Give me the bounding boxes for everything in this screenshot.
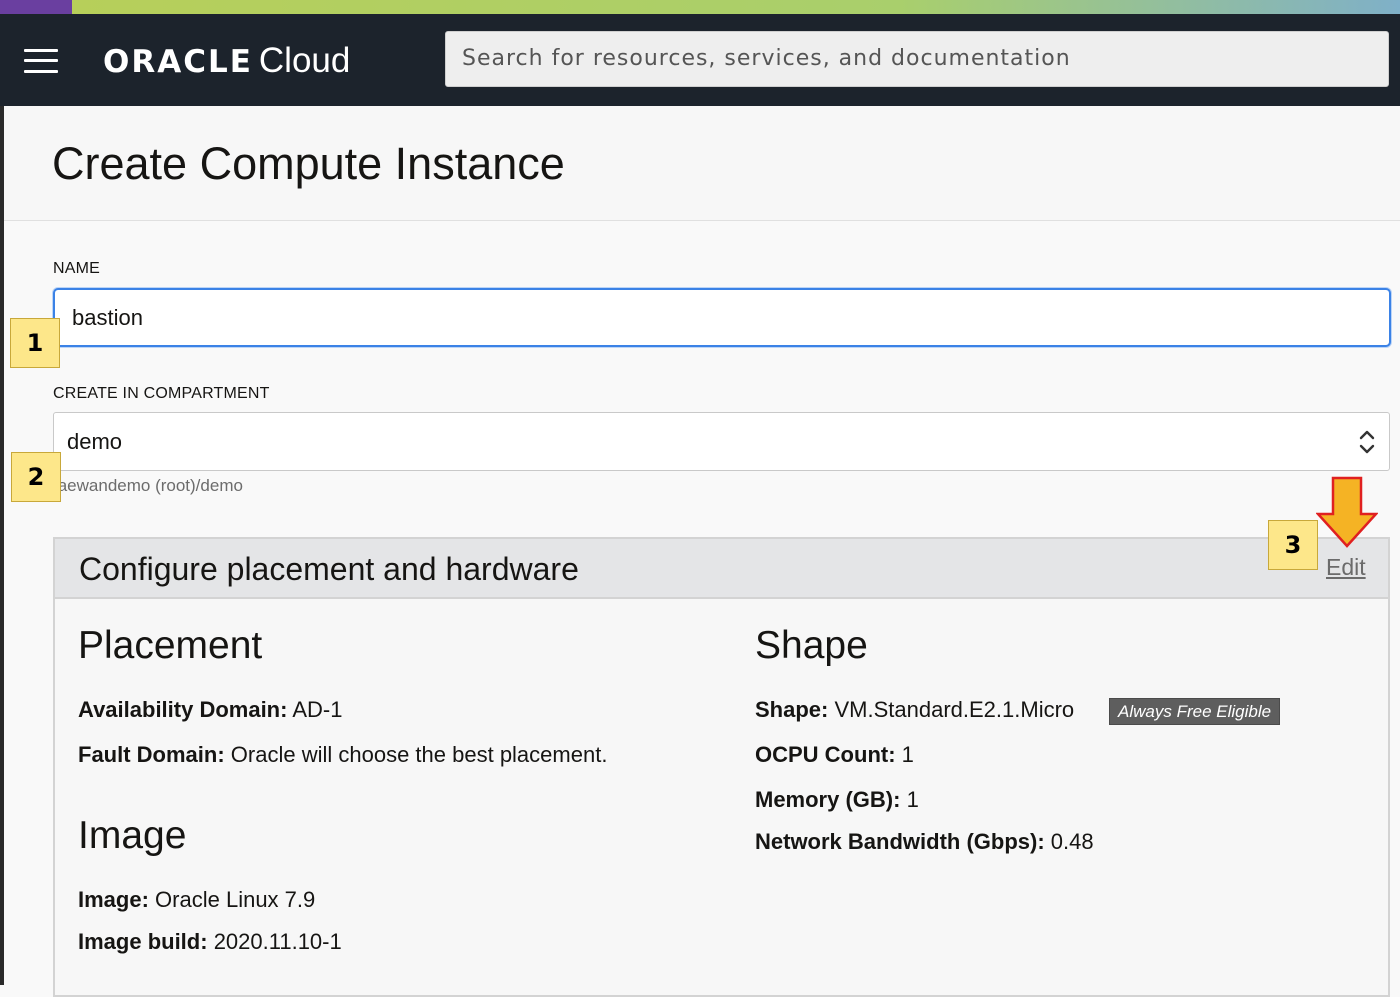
memory-row: Memory (GB): 1 <box>755 787 919 813</box>
panel-header: Configure placement and hardware Edit <box>55 539 1388 599</box>
always-free-badge: Always Free Eligible <box>1109 698 1281 725</box>
image-row: Image: Oracle Linux 7.9 <box>78 887 315 913</box>
annotation-step-2: 2 <box>11 452 61 502</box>
hamburger-menu-icon[interactable] <box>24 49 58 73</box>
bandwidth-label: Network Bandwidth (Gbps): <box>755 829 1045 854</box>
compartment-select-value: demo <box>67 429 123 454</box>
global-search-input[interactable]: Search for resources, services, and docu… <box>445 31 1389 87</box>
availability-domain-row: Availability Domain: AD-1 <box>78 697 342 723</box>
image-heading: Image <box>78 814 187 857</box>
logo-product: Cloud <box>258 41 351 80</box>
oracle-cloud-logo[interactable]: ORACLE Cloud <box>103 41 350 81</box>
edit-link[interactable]: Edit <box>1326 554 1366 581</box>
page-title: Create Compute Instance <box>52 138 565 189</box>
shape-label: Shape: <box>755 697 829 722</box>
memory-label: Memory (GB): <box>755 787 901 812</box>
logo-brand: ORACLE <box>103 44 253 80</box>
shape-heading: Shape <box>755 624 868 667</box>
panel-title: Configure placement and hardware <box>79 551 579 587</box>
placement-heading: Placement <box>78 624 263 667</box>
memory-value: 1 <box>906 787 919 812</box>
bandwidth-value: 0.48 <box>1050 829 1094 854</box>
fault-domain-label: Fault Domain: <box>78 742 225 767</box>
fault-domain-row: Fault Domain: Oracle will choose the bes… <box>78 742 607 768</box>
shape-value: VM.Standard.E2.1.Micro <box>834 697 1075 722</box>
availability-domain-label: Availability Domain: <box>78 697 288 722</box>
ocpu-label: OCPU Count: <box>755 742 896 767</box>
shape-row: Shape: VM.Standard.E2.1.Micro <box>755 697 1074 723</box>
left-window-edge <box>0 106 4 985</box>
name-field[interactable]: bastion <box>53 288 1391 347</box>
image-label: Image: <box>78 887 149 912</box>
compartment-label: CREATE IN COMPARTMENT <box>53 385 270 402</box>
bandwidth-row: Network Bandwidth (Gbps): 0.48 <box>755 829 1094 855</box>
annotation-step-3: 3 <box>1268 520 1318 570</box>
image-value: Oracle Linux 7.9 <box>155 887 316 912</box>
image-build-value: 2020.11.10-1 <box>213 929 342 954</box>
top-accent-stripe <box>0 0 1400 14</box>
name-label: NAME <box>53 260 101 277</box>
down-arrow-callout-icon <box>1316 476 1378 548</box>
up-down-chevron-icon <box>1359 430 1375 454</box>
image-build-row: Image build: 2020.11.10-1 <box>78 929 342 955</box>
fault-domain-value: Oracle will choose the best placement. <box>230 742 608 767</box>
top-navigation-bar: ORACLE Cloud Search for resources, servic… <box>0 14 1400 106</box>
page-header: Create Compute Instance <box>4 106 1400 221</box>
image-build-label: Image build: <box>78 929 208 954</box>
ocpu-row: OCPU Count: 1 <box>755 742 914 768</box>
availability-domain-value: AD-1 <box>292 697 343 722</box>
compartment-select[interactable]: demo <box>53 412 1390 471</box>
annotation-step-1: 1 <box>10 318 60 368</box>
ocpu-value: 1 <box>901 742 914 767</box>
compartment-path-hint: taewandemo (root)/demo <box>53 476 243 495</box>
